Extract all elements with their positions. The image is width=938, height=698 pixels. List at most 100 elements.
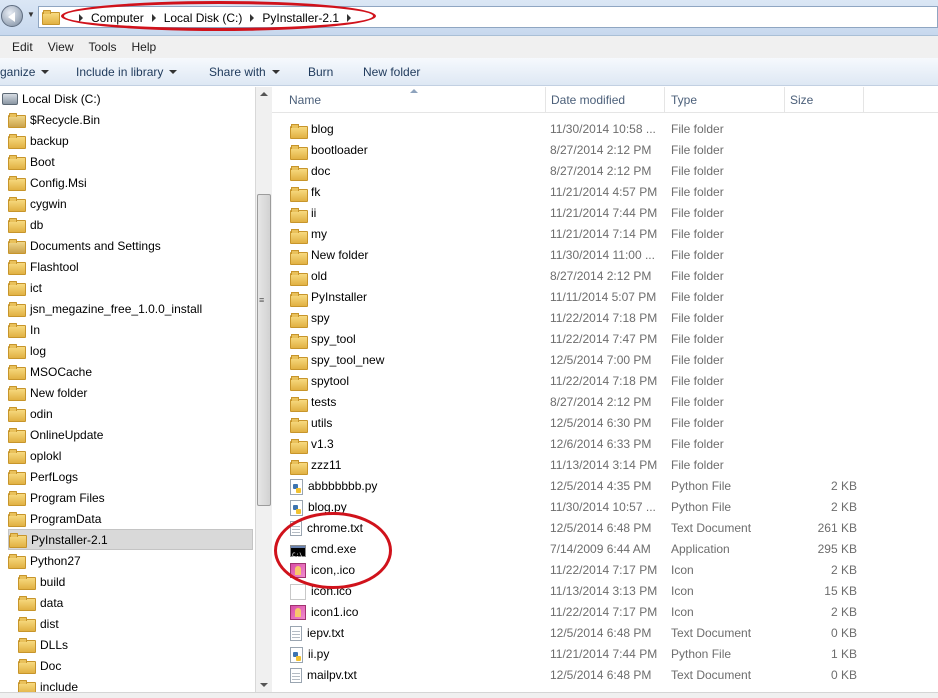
file-name-cell: spytool bbox=[290, 371, 540, 392]
nav-subitem[interactable]: include bbox=[18, 676, 78, 692]
nav-item[interactable]: log bbox=[8, 340, 46, 361]
scroll-up-arrow-icon[interactable] bbox=[260, 92, 268, 96]
file-row[interactable]: fk 11/21/2014 4:57 PM File folder bbox=[272, 182, 938, 203]
nav-item[interactable]: Boot bbox=[8, 151, 55, 172]
file-row[interactable]: PyInstaller 11/11/2014 5:07 PM File folder bbox=[272, 287, 938, 308]
nav-item[interactable]: odin bbox=[8, 403, 53, 424]
file-row[interactable]: spy_tool 11/22/2014 7:47 PM File folder bbox=[272, 329, 938, 350]
file-type-cell: File folder bbox=[671, 122, 724, 136]
file-row[interactable]: ii.py 11/21/2014 7:44 PM Python File 1 KB bbox=[272, 644, 938, 665]
chevron-right-icon[interactable] bbox=[347, 14, 352, 22]
file-row[interactable]: abbbbbbb.py 12/5/2014 4:35 PM Python File 2… bbox=[272, 476, 938, 497]
menu-help[interactable]: Help bbox=[132, 40, 157, 54]
breadcrumb-computer[interactable]: Computer bbox=[91, 11, 144, 25]
file-row[interactable]: spy_tool_new 12/5/2014 7:00 PM File folder bbox=[272, 350, 938, 371]
file-row[interactable]: ii 11/21/2014 7:44 PM File folder bbox=[272, 203, 938, 224]
folder-icon bbox=[290, 164, 308, 181]
nav-item-label: jsn_megazine_free_1.0.0_install bbox=[30, 301, 203, 316]
organize-button[interactable]: ganize bbox=[0, 65, 50, 79]
menu-edit[interactable]: Edit bbox=[12, 40, 33, 54]
include-in-library-button[interactable]: Include in library bbox=[76, 65, 178, 79]
nav-item[interactable]: db bbox=[8, 214, 43, 235]
nav-subitem[interactable]: data bbox=[18, 592, 63, 613]
column-header-name[interactable]: Name bbox=[283, 87, 546, 113]
file-row[interactable]: utils 12/5/2014 6:30 PM File folder bbox=[272, 413, 938, 434]
nav-subitem[interactable]: DLLs bbox=[18, 634, 68, 655]
nav-item[interactable]: ProgramData bbox=[8, 508, 101, 529]
file-row[interactable]: blog.py 11/30/2014 10:57 ... Python File 2 … bbox=[272, 497, 938, 518]
nav-item[interactable]: Documents and Settings bbox=[8, 235, 161, 256]
file-row[interactable]: icon.ico 11/13/2014 3:13 PM Icon 15 KB bbox=[272, 581, 938, 602]
breadcrumb-pyinstaller[interactable]: PyInstaller-2.1 bbox=[262, 11, 339, 25]
nav-item[interactable]: oplokl bbox=[8, 445, 61, 466]
file-row[interactable]: v1.3 12/6/2014 6:33 PM File folder bbox=[272, 434, 938, 455]
folder-icon bbox=[8, 428, 26, 443]
file-name: New folder bbox=[311, 248, 369, 262]
nav-item[interactable]: Python27 bbox=[8, 550, 81, 571]
share-label: Share with bbox=[209, 65, 266, 79]
file-row[interactable]: doc 8/27/2014 2:12 PM File folder bbox=[272, 161, 938, 182]
file-row[interactable]: spy 11/22/2014 7:18 PM File folder bbox=[272, 308, 938, 329]
scrollbar-thumb[interactable] bbox=[257, 194, 271, 506]
nav-item[interactable]: Program Files bbox=[8, 487, 105, 508]
folder-icon bbox=[8, 512, 26, 527]
burn-button[interactable]: Burn bbox=[308, 65, 333, 79]
nav-item[interactable]: PerfLogs bbox=[8, 466, 78, 487]
share-with-button[interactable]: Share with bbox=[209, 65, 280, 79]
nav-item[interactable]: cygwin bbox=[8, 193, 67, 214]
icon-file-icon bbox=[290, 563, 306, 578]
file-row[interactable]: mailpv.txt 12/5/2014 6:48 PM Text Document… bbox=[272, 665, 938, 686]
nav-item[interactable]: New folder bbox=[8, 382, 87, 403]
nav-item[interactable]: backup bbox=[8, 130, 69, 151]
file-type-cell: Icon bbox=[671, 584, 694, 598]
nav-item[interactable]: Flashtool bbox=[8, 256, 79, 277]
nav-item[interactable]: ict bbox=[8, 277, 42, 298]
file-row[interactable]: cmd.exe 7/14/2009 6:44 AM Application 295 K… bbox=[272, 539, 938, 560]
nav-item-local-disk[interactable]: Local Disk (C:) bbox=[2, 88, 101, 109]
chevron-right-icon[interactable] bbox=[250, 14, 255, 22]
menu-view[interactable]: View bbox=[48, 40, 74, 54]
column-header-type[interactable]: Type bbox=[665, 87, 785, 113]
file-row[interactable]: bootloader 8/27/2014 2:12 PM File folder bbox=[272, 140, 938, 161]
nav-item[interactable]: PyInstaller-2.1 bbox=[8, 529, 253, 550]
include-label: Include in library bbox=[76, 65, 164, 79]
chevron-right-icon[interactable] bbox=[79, 14, 83, 22]
date-modified-cell: 12/5/2014 6:48 PM bbox=[550, 521, 652, 535]
recent-pages-dropdown[interactable]: ▼ bbox=[27, 10, 35, 19]
nav-item[interactable]: Config.Msi bbox=[8, 172, 87, 193]
file-row[interactable]: icon1.ico 11/22/2014 7:17 PM Icon 2 KB bbox=[272, 602, 938, 623]
nav-item[interactable]: In bbox=[8, 319, 40, 340]
nav-item[interactable]: jsn_megazine_free_1.0.0_install bbox=[8, 298, 202, 319]
back-button[interactable] bbox=[1, 5, 23, 27]
file-row[interactable]: my 11/21/2014 7:14 PM File folder bbox=[272, 224, 938, 245]
column-header-size[interactable]: Size bbox=[784, 87, 864, 113]
nav-item[interactable]: MSOCache bbox=[8, 361, 92, 382]
file-row[interactable]: old 8/27/2014 2:12 PM File folder bbox=[272, 266, 938, 287]
menu-tools[interactable]: Tools bbox=[88, 40, 116, 54]
nav-item[interactable]: $Recycle.Bin bbox=[8, 109, 100, 130]
folder-icon bbox=[18, 596, 36, 611]
file-row[interactable]: chrome.txt 12/5/2014 6:48 PM Text Document… bbox=[272, 518, 938, 539]
file-row[interactable]: iepv.txt 12/5/2014 6:48 PM Text Document 0 … bbox=[272, 623, 938, 644]
chevron-right-icon[interactable] bbox=[151, 14, 156, 22]
file-row[interactable]: spytool 11/22/2014 7:18 PM File folder bbox=[272, 371, 938, 392]
folder-icon bbox=[8, 344, 26, 359]
navigation-scrollbar[interactable]: ≡ bbox=[255, 87, 272, 692]
file-row[interactable]: icon,.ico 11/22/2014 7:17 PM Icon 2 KB bbox=[272, 560, 938, 581]
nav-subitem[interactable]: Doc bbox=[18, 655, 61, 676]
nav-subitem[interactable]: dist bbox=[18, 613, 59, 634]
scroll-down-arrow-icon[interactable] bbox=[260, 683, 268, 687]
date-modified-cell: 12/6/2014 6:33 PM bbox=[550, 437, 652, 451]
breadcrumb-local-disk[interactable]: Local Disk (C:) bbox=[164, 11, 243, 25]
file-row[interactable]: New folder 11/30/2014 11:00 ... File folde… bbox=[272, 245, 938, 266]
file-row[interactable]: zzz11 11/13/2014 3:14 PM File folder bbox=[272, 455, 938, 476]
file-row[interactable]: tests 8/27/2014 2:12 PM File folder bbox=[272, 392, 938, 413]
file-row[interactable]: blog 11/30/2014 10:58 ... File folder bbox=[272, 119, 938, 140]
nav-subitem[interactable]: build bbox=[18, 571, 65, 592]
burn-label: Burn bbox=[308, 65, 334, 79]
new-folder-button[interactable]: New folder bbox=[363, 65, 420, 79]
nav-item[interactable]: OnlineUpdate bbox=[8, 424, 103, 445]
folder-icon bbox=[18, 680, 36, 692]
column-header-date[interactable]: Date modified bbox=[545, 87, 665, 113]
address-bar[interactable]: Computer Local Disk (C:) PyInstaller-2.1 bbox=[38, 6, 938, 28]
